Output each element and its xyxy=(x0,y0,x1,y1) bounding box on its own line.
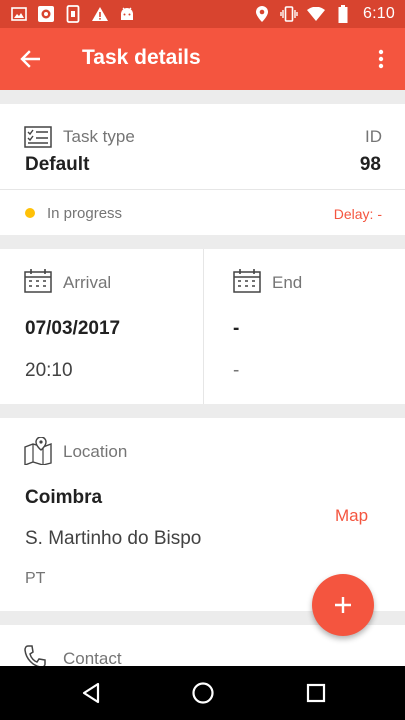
nav-back-button[interactable] xyxy=(77,679,105,707)
end-time: - xyxy=(233,360,240,381)
vibrate-icon xyxy=(280,5,298,23)
plus-icon xyxy=(335,597,351,613)
add-fab-button[interactable] xyxy=(312,574,374,636)
location-address: S. Martinho do Bispo xyxy=(25,528,202,549)
nav-home-icon xyxy=(192,682,214,704)
map-icon xyxy=(24,436,52,470)
phone-icon xyxy=(24,644,46,666)
end-date: - xyxy=(233,318,240,339)
nav-back-icon xyxy=(82,682,100,704)
status-bar-system: 6:10 xyxy=(253,5,395,23)
map-link[interactable]: Map xyxy=(335,506,368,526)
navigation-bar xyxy=(0,666,405,720)
task-info-card: Task type ID Default 98 In progress Dela… xyxy=(0,104,405,235)
status-dot-icon xyxy=(25,208,35,218)
end-label: End xyxy=(272,273,303,292)
calendar-icon xyxy=(233,269,261,298)
delay-text: Delay: - xyxy=(333,206,382,222)
location-label: Location xyxy=(63,442,128,461)
location-icon xyxy=(253,5,271,23)
warning-icon xyxy=(91,5,109,23)
arrival-date: 07/03/2017 xyxy=(25,318,121,339)
task-type-value: Default xyxy=(25,154,90,175)
task-id-label: ID xyxy=(365,127,382,146)
sim-icon xyxy=(64,5,82,23)
app-bar: Task details xyxy=(0,28,405,90)
nav-recents-icon xyxy=(306,683,326,703)
back-button[interactable] xyxy=(14,44,46,74)
location-city: Coimbra xyxy=(25,487,103,508)
status-text: In progress xyxy=(47,205,123,222)
contact-label: Contact xyxy=(63,649,122,666)
more-options-button[interactable] xyxy=(369,44,393,74)
arrow-back-icon xyxy=(20,50,40,68)
task-type-label: Task type xyxy=(63,127,135,146)
page-title: Task details xyxy=(82,46,201,69)
image-icon xyxy=(10,5,28,23)
status-bar-notifications xyxy=(10,5,136,23)
location-country: PT xyxy=(25,570,46,587)
arrival-time: 20:10 xyxy=(25,360,73,381)
schedule-card: Arrival 07/03/2017 20:10 End - - xyxy=(0,249,405,404)
android-icon xyxy=(118,5,136,23)
arrival-label: Arrival xyxy=(63,273,112,292)
calendar-icon xyxy=(24,269,52,298)
battery-icon xyxy=(334,5,352,23)
divider xyxy=(0,189,405,190)
app-icon xyxy=(37,5,55,23)
wifi-icon xyxy=(307,5,326,23)
divider-vertical xyxy=(203,249,204,404)
nav-recents-button[interactable] xyxy=(302,679,330,707)
checklist-icon xyxy=(24,126,52,153)
task-id-value: 98 xyxy=(359,154,381,175)
nav-home-button[interactable] xyxy=(189,679,217,707)
status-bar: 6:10 xyxy=(0,0,405,28)
status-time: 6:10 xyxy=(363,5,395,22)
more-vert-icon xyxy=(378,49,384,69)
